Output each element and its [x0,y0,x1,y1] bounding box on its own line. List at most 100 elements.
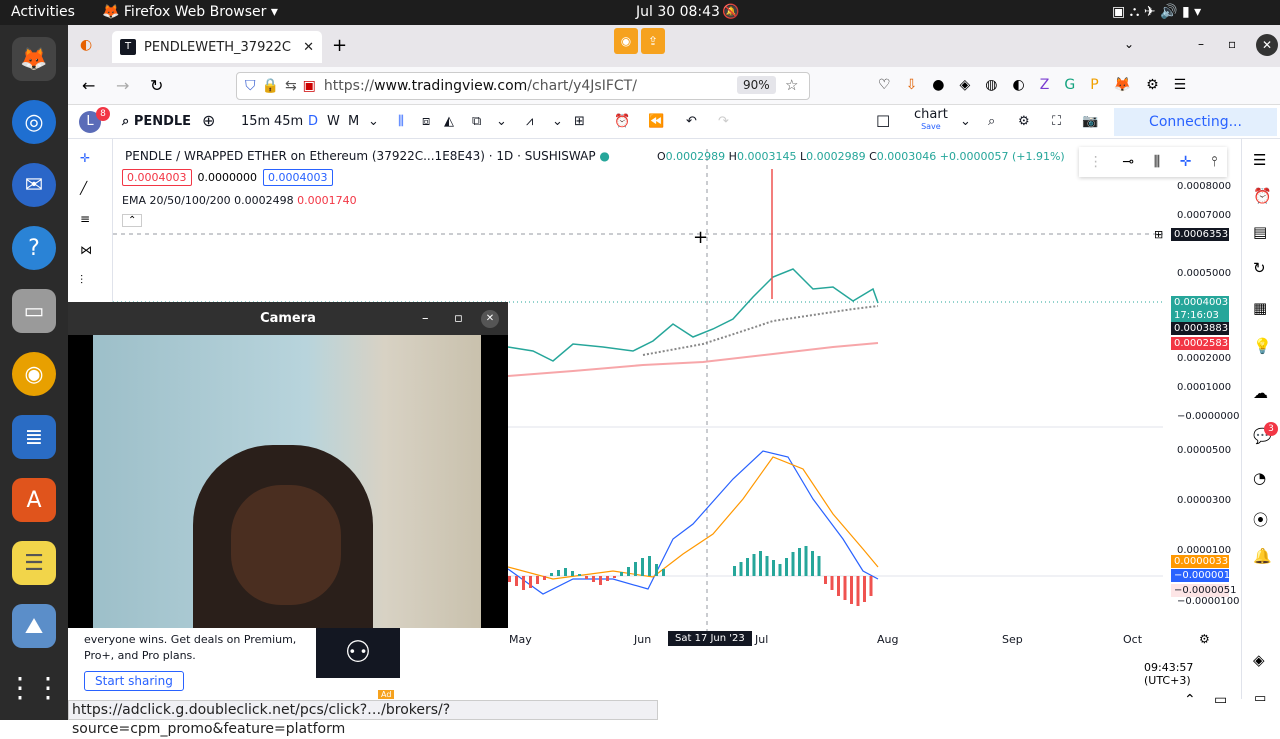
rhythmbox-icon[interactable]: ◉ [12,352,56,396]
image-viewer-icon[interactable]: ⛰ [12,604,56,648]
alert-icon[interactable]: ⏰ [614,114,630,129]
sharing-indicator[interactable]: ◉ ⇪ [614,28,666,54]
interval-w[interactable]: W [327,114,340,129]
fullscreen-icon[interactable]: ⛶ [1052,114,1061,129]
collapse-panel-icon[interactable]: ⌃ [1184,692,1196,708]
notes-icon[interactable]: ☰ [12,541,56,585]
save-chart-button[interactable]: chart Save [914,108,948,133]
url-bar[interactable]: ⛉ 🔒 ⇆ ▣ https://www.tradingview.com/char… [236,72,810,100]
permissions-icon[interactable]: ⇆ [285,78,297,94]
layers-icon[interactable]: ◈ [1253,651,1265,669]
clock[interactable]: Jul 30 08:43 [636,4,720,20]
interval-d[interactable]: D [308,114,318,129]
utc-clock[interactable]: 09:43:57 (UTC+3) [1144,661,1241,687]
area-chart-icon[interactable]: ◭ [444,114,454,129]
indicators-dropdown-icon[interactable]: ⌄ [552,114,563,129]
app-menu-icon[interactable]: ☰ [1174,77,1187,93]
screenshot-icon[interactable]: 📷 [1082,114,1098,129]
metamask-icon[interactable]: 🦊 [1114,77,1131,93]
ema-label[interactable]: EMA 20/50/100/200 [122,194,231,207]
broadcast-icon[interactable]: ⦿ [1253,509,1268,530]
camera-maximize-icon[interactable]: ▫ [454,302,463,335]
help-icon[interactable]: ? [12,226,56,270]
symbol-search[interactable]: ⌕ PENDLE [122,114,191,129]
bookmark-star-icon[interactable]: ☆ [785,76,798,94]
maximize-panel-icon[interactable]: ▭ [1214,692,1227,708]
app-menu[interactable]: 🦊 Firefox Web Browser ▾ [102,4,278,20]
save-dropdown-icon[interactable]: ⌄ [960,114,971,129]
timezone-settings-icon[interactable]: ⚙ [1199,632,1210,646]
interval-dropdown-icon[interactable]: ⌄ [368,114,379,129]
close-tab-icon[interactable]: ✕ [303,40,314,55]
connecting-status[interactable]: Connecting... [1114,108,1277,136]
software-icon[interactable]: A [12,478,56,522]
new-tab-button[interactable]: + [332,35,347,56]
interval-15m[interactable]: 15m [241,114,270,129]
screen-share-permission-icon[interactable]: ▣ [303,78,316,94]
pattern-tool-icon[interactable]: ⋈ [80,243,92,257]
files-icon[interactable]: ▭ [12,289,56,333]
candles-chart-icon[interactable]: ⧈ [422,114,430,129]
hotlists-icon[interactable]: ↻ [1253,259,1266,277]
vertical-line-icon[interactable]: ⫯ [1211,154,1217,170]
chart-title[interactable]: PENDLE / WRAPPED ETHER on Ethereum (3792… [125,149,596,163]
replay-icon[interactable]: ⏪ [648,114,664,129]
camera-close-icon[interactable]: ✕ [481,310,499,328]
streams-icon[interactable]: ☁ [1253,384,1268,402]
indicators-icon[interactable]: ⩘ [526,114,533,129]
maximize-icon[interactable]: ▫ [1228,37,1236,51]
fib-tool-icon[interactable]: ≡ [80,212,90,226]
interval-m[interactable]: M [348,114,359,129]
extension-p-icon[interactable]: P [1090,77,1098,93]
crosshair-tool-icon[interactable]: ✛ [80,151,90,165]
extension-l-icon[interactable]: ● [932,77,944,93]
firefox-icon[interactable]: 🦊 [12,37,56,81]
watchlist-icon[interactable]: ☰ [1253,151,1266,169]
screener-icon[interactable]: ◔ [1253,469,1266,487]
alerts-clock-icon[interactable]: ⏰ [1253,187,1272,205]
heikin-chart-icon[interactable]: ⧉ [472,114,481,129]
drag-handle-icon[interactable]: ⋮ [1089,154,1103,170]
extension-grammarly-icon[interactable]: G [1064,77,1075,93]
extension-z-icon[interactable]: Z [1040,77,1050,93]
writer-icon[interactable]: ≣ [12,415,56,459]
layout-icon[interactable]: ⊞ [574,114,585,129]
downloads-icon[interactable]: ⇩ [906,77,918,93]
settings-icon[interactable]: ⚙ [1018,114,1030,129]
zoom-indicator[interactable]: 90% [737,76,776,94]
back-icon[interactable]: ← [82,76,95,95]
redo-icon[interactable]: ↷ [718,114,729,129]
close-window-icon[interactable]: ✕ [1256,34,1278,56]
camera-title-bar[interactable]: Camera – ▫ ✕ [68,302,508,335]
calendar-icon[interactable]: ▦ [1253,299,1267,317]
thunderbird-icon[interactable]: ✉ [12,163,56,207]
chart-type-dropdown-icon[interactable]: ⌄ [496,114,507,129]
list-tabs-icon[interactable]: ⌄ [1124,37,1134,51]
extension-globe-icon[interactable]: ◈ [960,77,971,93]
bar-pattern-icon[interactable]: ⫼ [1154,154,1160,170]
layout-square-icon[interactable]: ☐ [876,112,890,131]
tracking-shield-icon[interactable]: ⛉ [245,78,256,94]
undo-icon[interactable]: ↶ [686,114,697,129]
compare-symbol-icon[interactable]: ⊕ [202,111,215,130]
reload-icon[interactable]: ↻ [150,76,163,95]
crosshair-small-icon[interactable]: ✛ [1180,154,1192,170]
add-alert-plus-icon[interactable]: ⊞ [1154,228,1163,241]
trendline-tool-icon[interactable]: ╱ [80,181,87,195]
pocket-icon[interactable]: ♡ [878,77,891,93]
activities-button[interactable]: Activities [11,4,75,20]
ideas-icon[interactable]: 💡 [1253,337,1272,355]
extension-coin-icon[interactable]: ◍ [985,77,997,93]
chromium-icon[interactable]: ◎ [12,100,56,144]
extension-multi-icon[interactable]: ◐ [1013,77,1025,93]
system-tray-icons[interactable]: ▣ ⛬ ✈ 🔊 ▮ ▾ [1112,4,1201,20]
show-apps-icon[interactable]: ⋮⋮ [6,665,62,709]
start-sharing-button[interactable]: Start sharing [84,671,184,691]
extensions-icon[interactable]: ⚙ [1146,77,1159,93]
lock-icon[interactable]: 🔒 [262,78,279,94]
buy-button[interactable]: 0.0004003 [263,169,333,186]
prediction-tool-icon[interactable]: ⫶ [80,273,83,288]
horizontal-line-icon[interactable]: ⊸ [1122,154,1134,170]
interval-45m[interactable]: 45m [274,114,303,129]
minimize-icon[interactable]: – [1198,37,1204,51]
